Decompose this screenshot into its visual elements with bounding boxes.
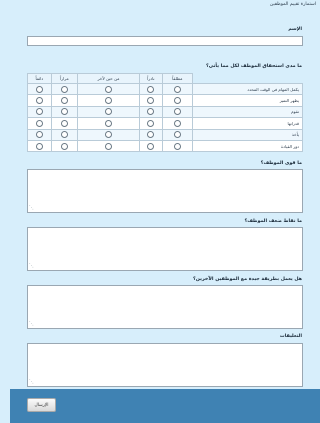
resize-grip-icon[interactable]: ⋰ <box>29 264 34 269</box>
table-row: تقوم <box>27 105 303 119</box>
rating-radio[interactable] <box>104 97 112 105</box>
teamwork-label: هل يعمل بطريقة جيدة مع الموظفين الآخرين؟ <box>193 277 302 282</box>
rating-radio[interactable] <box>147 97 155 105</box>
rating-radio[interactable] <box>147 142 155 150</box>
comments-textarea[interactable]: ⋰ <box>27 343 303 387</box>
rating-radio[interactable] <box>147 131 155 139</box>
row-label: يأخذ <box>192 128 303 141</box>
table-row: يأخذ <box>27 128 303 141</box>
resize-grip-icon[interactable]: ⋰ <box>29 322 34 327</box>
teamwork-textarea[interactable]: ⋰ <box>27 285 303 329</box>
strengths-textarea[interactable]: ⋰ <box>27 169 303 213</box>
rating-grid: مطلقاً نادراً من حين لآخر مراراً دائماً … <box>27 73 303 153</box>
column-header: من حين لآخر <box>76 73 141 84</box>
rating-radio[interactable] <box>147 85 155 93</box>
rating-question: ما مدى استحقاق الموظف لكل مما يأتي؟ <box>205 64 302 69</box>
table-row: يظهر التميز <box>27 94 303 107</box>
row-label: تقوم <box>192 105 303 119</box>
rating-radio[interactable] <box>104 131 112 139</box>
rating-radio[interactable] <box>60 85 68 93</box>
rating-radio[interactable] <box>173 97 181 105</box>
rating-radio[interactable] <box>104 85 112 93</box>
rating-radio[interactable] <box>60 131 68 139</box>
row-label: يكمل المهام في الوقت المحدد <box>192 82 303 96</box>
weaknesses-label: ما نقاط ضعف الموظف؟ <box>244 219 302 224</box>
row-label: دور القيادة <box>192 139 303 153</box>
rating-radio[interactable] <box>173 85 181 93</box>
form-footer: الإرسال <box>10 389 320 423</box>
table-row: دور القيادة <box>27 139 303 153</box>
comments-label: التعليقات <box>279 334 302 339</box>
column-header: مطلقاً <box>161 73 194 84</box>
rating-radio[interactable] <box>147 119 155 127</box>
row-label: يظهر التميز <box>192 94 303 107</box>
name-label: الإسم <box>288 27 302 32</box>
strengths-label: ما قوى الموظف؟ <box>260 161 302 166</box>
rating-radio[interactable] <box>60 119 68 127</box>
weaknesses-textarea[interactable]: ⋰ <box>27 227 303 271</box>
rating-radio[interactable] <box>35 142 43 150</box>
resize-grip-icon[interactable]: ⋰ <box>29 380 34 385</box>
rating-radio[interactable] <box>104 142 112 150</box>
submit-button[interactable]: الإرسال <box>27 398 56 412</box>
name-input[interactable] <box>27 36 303 46</box>
column-header: مراراً <box>50 73 78 84</box>
rating-radio[interactable] <box>104 108 112 116</box>
rating-radio[interactable] <box>35 108 43 116</box>
rating-radio[interactable] <box>104 119 112 127</box>
row-label: قدراتها <box>192 117 303 130</box>
rating-radio[interactable] <box>35 119 43 127</box>
rating-radio[interactable] <box>35 131 43 139</box>
form-title: استمارة تقييم الموظفين <box>269 2 316 7</box>
rating-radio[interactable] <box>60 108 68 116</box>
rating-radio[interactable] <box>35 85 43 93</box>
resize-grip-icon[interactable]: ⋰ <box>29 206 34 211</box>
column-header: دائماً <box>27 73 52 84</box>
rating-radio[interactable] <box>147 108 155 116</box>
rating-radio[interactable] <box>35 97 43 105</box>
table-row: قدراتها <box>27 117 303 130</box>
rating-radio[interactable] <box>60 97 68 105</box>
table-row: يكمل المهام في الوقت المحدد <box>27 82 303 96</box>
rating-radio[interactable] <box>173 119 181 127</box>
rating-radio[interactable] <box>173 108 181 116</box>
rating-radio[interactable] <box>60 142 68 150</box>
rating-radio[interactable] <box>173 131 181 139</box>
rating-radio[interactable] <box>173 142 181 150</box>
column-header: نادراً <box>139 73 163 84</box>
